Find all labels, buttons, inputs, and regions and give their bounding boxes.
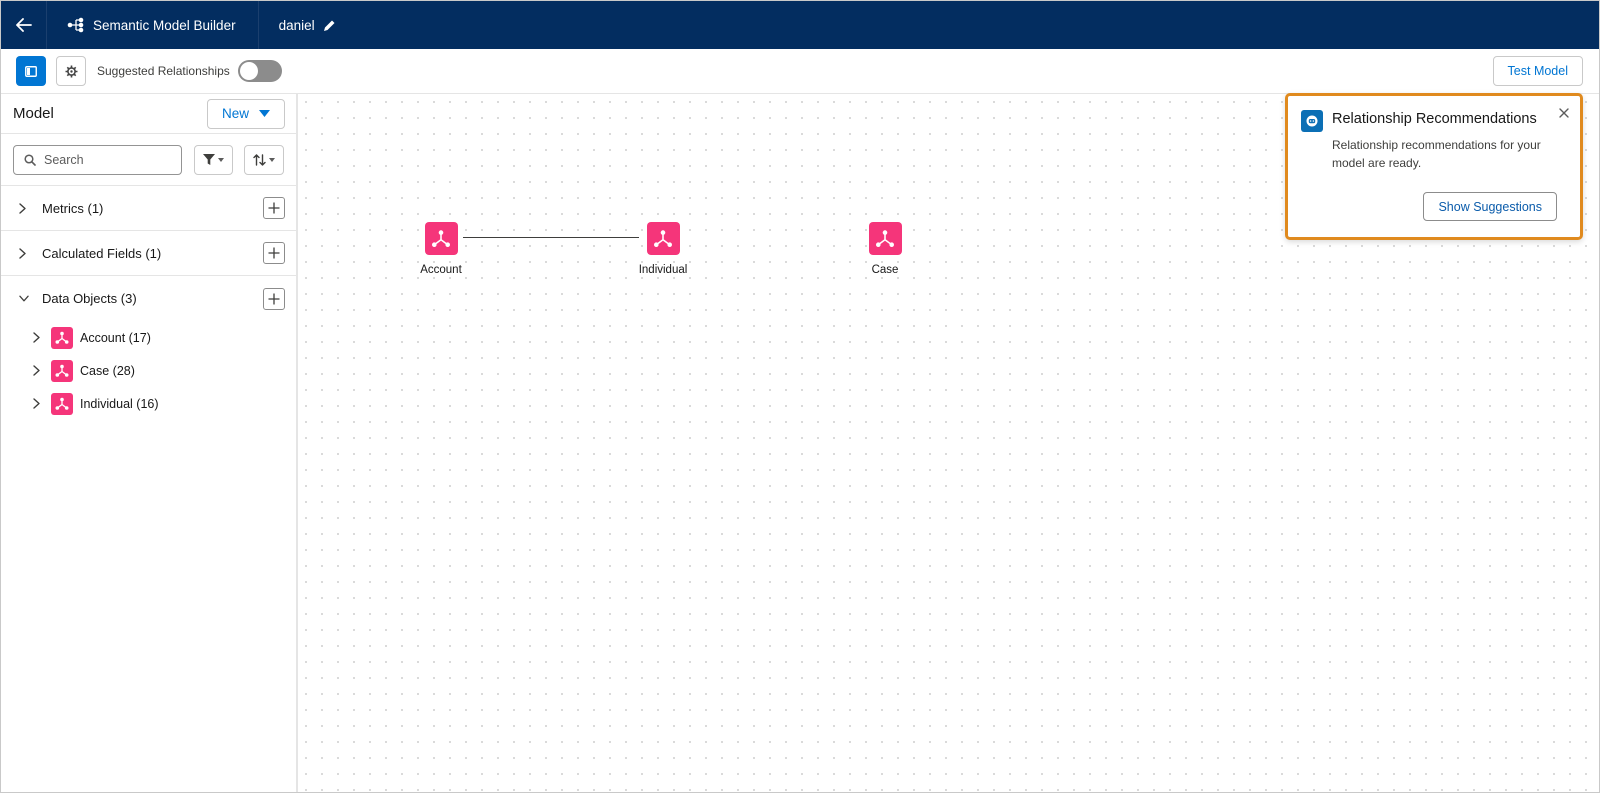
plus-icon [268, 293, 280, 304]
arrow-left-icon [15, 18, 32, 32]
sidebar-header: Model New [1, 94, 296, 134]
close-icon [1559, 108, 1569, 118]
data-object-icon [51, 392, 73, 415]
toggle-knob [239, 62, 258, 80]
search-icon [24, 153, 36, 166]
data-object-icon [646, 222, 680, 255]
section-metrics[interactable]: Metrics (1) [1, 186, 296, 231]
einstein-bot-icon [1301, 110, 1323, 132]
node-label: Individual [638, 264, 688, 276]
show-suggestions-button[interactable]: Show Suggestions [1423, 192, 1557, 221]
popover-title: Relationship Recommendations [1332, 111, 1537, 127]
data-object-icon [51, 326, 73, 349]
chevron-right-icon[interactable] [33, 365, 43, 376]
model-name-editor[interactable]: daniel [259, 18, 336, 33]
data-object-icon [51, 359, 73, 382]
add-metric-button[interactable] [263, 197, 285, 219]
left-panel-icon [25, 65, 37, 77]
chevron-down-icon [19, 295, 29, 302]
section-metrics-label: Metrics (1) [42, 200, 104, 216]
hierarchy-icon [67, 17, 84, 33]
model-name: daniel [278, 17, 315, 33]
suggested-relationships-toggle[interactable] [237, 60, 282, 82]
data-object-icon [424, 222, 458, 255]
relationship-recommendations-popover: Relationship Recommendations Relationshi… [1285, 93, 1583, 240]
canvas-node-individual[interactable]: Individual [613, 222, 713, 276]
close-button[interactable] [1556, 105, 1572, 121]
settings-button[interactable] [56, 56, 86, 86]
canvas-node-case[interactable]: Case [835, 222, 935, 276]
add-calculated-field-button[interactable] [263, 242, 285, 264]
chevron-right-icon [19, 247, 29, 259]
data-object-label: Account (17) [80, 330, 151, 345]
data-object-account[interactable]: Account (17) [1, 321, 296, 354]
data-object-label: Case (28) [80, 363, 135, 378]
search-input[interactable] [44, 152, 164, 167]
section-calculated-fields[interactable]: Calculated Fields (1) [1, 231, 296, 276]
new-button-label: New [221, 106, 249, 121]
section-calculated-fields-label: Calculated Fields (1) [42, 245, 162, 261]
toolbar: Suggested Relationships Test Model [1, 49, 1599, 94]
data-object-individual[interactable]: Individual (16) [1, 387, 296, 420]
test-model-button[interactable]: Test Model [1492, 56, 1583, 86]
chevron-right-icon[interactable] [33, 332, 43, 343]
add-data-object-button[interactable] [263, 287, 285, 310]
sort-dropdown[interactable] [244, 144, 284, 175]
chevron-right-icon[interactable] [33, 398, 43, 409]
pencil-icon [323, 20, 335, 31]
caret-down-icon [259, 110, 270, 117]
data-object-icon [868, 222, 902, 255]
filter-icon [202, 154, 215, 165]
plus-icon [268, 202, 280, 214]
filter-dropdown[interactable] [193, 144, 234, 175]
model-sidebar: Model New Metrics (1) [1, 94, 298, 792]
section-data-objects-label: Data Objects (3) [42, 291, 137, 306]
search-box [13, 144, 182, 175]
caret-down-icon [269, 157, 276, 162]
app-window: Semantic Model Builder daniel Suggested … [0, 0, 1600, 793]
popover-body: Relationship recommendations for your mo… [1332, 138, 1541, 170]
back-button[interactable] [1, 1, 47, 49]
sidebar-title: Model [13, 105, 54, 122]
sort-icon [253, 153, 266, 166]
plus-icon [268, 247, 280, 259]
chevron-right-icon [19, 202, 29, 214]
global-header: Semantic Model Builder daniel [1, 1, 1599, 49]
search-row [1, 134, 296, 186]
node-label: Case [871, 264, 899, 276]
caret-down-icon [217, 157, 224, 162]
toggle-panel-button[interactable] [16, 56, 46, 86]
data-object-case[interactable]: Case (28) [1, 354, 296, 387]
data-object-label: Individual (16) [80, 396, 159, 411]
section-data-objects[interactable]: Data Objects (3) [1, 276, 296, 321]
app-title-area: Semantic Model Builder [47, 1, 259, 49]
node-label: Account [420, 264, 462, 276]
new-button[interactable]: New [207, 98, 285, 129]
canvas-node-account[interactable]: Account [391, 222, 491, 276]
suggested-relationships-label: Suggested Relationships [97, 64, 230, 78]
app-title: Semantic Model Builder [93, 17, 236, 33]
gear-icon [65, 65, 77, 77]
